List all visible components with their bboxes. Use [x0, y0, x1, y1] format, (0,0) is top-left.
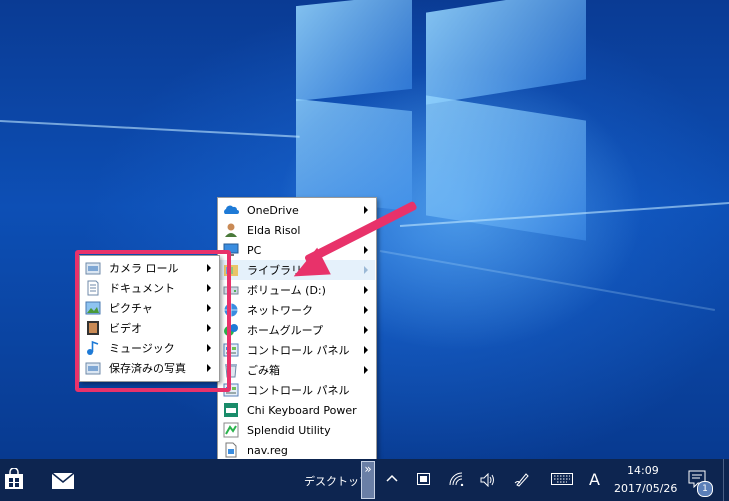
clock-time[interactable]: 14:09	[627, 464, 659, 477]
submenu-arrow-icon	[364, 246, 368, 254]
mail-icon[interactable]	[51, 472, 75, 490]
menu-item-label: nav.reg	[247, 443, 288, 457]
menu-item-label: コントロール パネル	[247, 384, 350, 397]
wifi-icon[interactable]	[449, 472, 465, 486]
menu-item[interactable]: ネットワーク	[219, 300, 375, 320]
menu-item[interactable]: コントロール パネル	[219, 340, 375, 360]
submenu-arrow-icon	[364, 346, 368, 354]
submenu-arrow-icon	[364, 326, 368, 334]
registry-file-icon	[223, 442, 239, 458]
menu-item-label: ごみ箱	[247, 364, 280, 377]
wallpaper-logo-pane	[296, 0, 412, 102]
speaker-icon[interactable]	[480, 473, 496, 487]
menu-item-label: Splendid Utility	[247, 423, 331, 437]
wallpaper-logo-pane	[426, 0, 586, 105]
menu-item[interactable]: nav.reg	[219, 440, 375, 460]
clock-date[interactable]: 2017/05/26	[614, 482, 677, 495]
toolbar-chevron-button[interactable]: »	[361, 461, 375, 499]
menu-item[interactable]: Chi Keyboard Power	[219, 400, 375, 420]
submenu-arrow-icon	[364, 206, 368, 214]
chevron-icon: »	[364, 462, 372, 476]
wallpaper-light-beam	[379, 250, 716, 312]
menu-item-label: ネットワーク	[247, 304, 313, 317]
show-desktop-button[interactable]	[723, 459, 729, 501]
menu-item-label: コントロール パネル	[247, 344, 350, 357]
battery-icon[interactable]	[417, 473, 431, 485]
pen-workspace-icon[interactable]	[514, 471, 530, 487]
chevron-up-icon[interactable]	[386, 474, 398, 482]
highlight-box-annotation	[75, 250, 231, 392]
submenu-arrow-icon	[364, 366, 368, 374]
submenu-arrow-icon	[364, 306, 368, 314]
submenu-arrow-icon	[364, 286, 368, 294]
menu-item[interactable]: Splendid Utility	[219, 420, 375, 440]
submenu-arrow-icon	[364, 266, 368, 274]
taskbar: デスクトップ » A 14:09 2017/05/26 1	[0, 459, 729, 501]
notification-count: 1	[702, 484, 708, 494]
ime-indicator[interactable]: A	[589, 470, 600, 489]
onedrive-icon	[223, 202, 239, 218]
wallpaper-logo-pane	[296, 98, 412, 212]
menu-item[interactable]: OneDrive	[219, 200, 375, 220]
menu-item[interactable]: コントロール パネル	[219, 380, 375, 400]
menu-item[interactable]: ごみ箱	[219, 360, 375, 380]
menu-item[interactable]: ホームグループ	[219, 320, 375, 340]
menu-item-label: Chi Keyboard Power	[247, 403, 357, 417]
menu-item-label: OneDrive	[247, 203, 299, 217]
menu-item-label: ホームグループ	[247, 324, 324, 337]
notification-badge: 1	[697, 481, 713, 497]
touch-keyboard-icon[interactable]	[551, 473, 573, 485]
splendid-icon	[223, 422, 239, 438]
wallpaper-light-beam	[0, 120, 300, 138]
user-icon	[223, 222, 239, 238]
store-icon[interactable]	[4, 468, 24, 490]
keyboard-app-icon	[223, 402, 239, 418]
